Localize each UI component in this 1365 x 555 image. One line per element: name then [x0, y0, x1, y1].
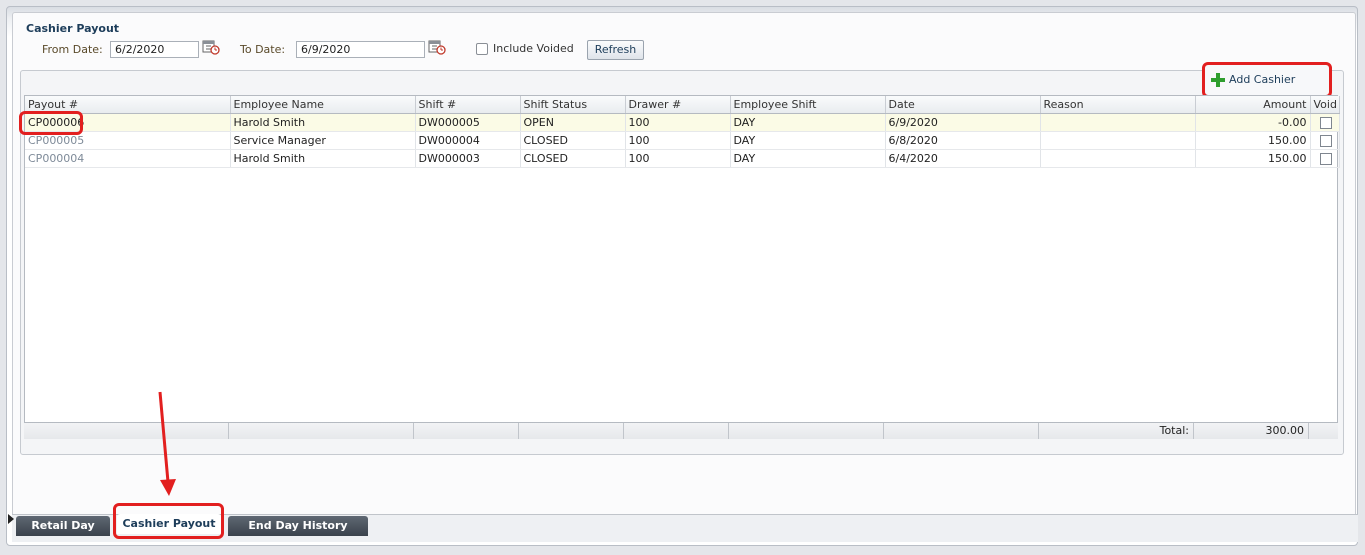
annotation-highlight-tab — [113, 503, 224, 539]
to-date-calendar-icon[interactable] — [428, 39, 446, 55]
table-row[interactable]: CP000006 Harold Smith DW000005 OPEN 100 … — [25, 113, 1340, 132]
shift-status-cell: CLOSED — [520, 149, 626, 168]
footer-cell — [414, 423, 519, 439]
date-cell: 6/9/2020 — [885, 113, 1041, 132]
shift-cell: DW000005 — [415, 113, 521, 132]
to-date-label: To Date: — [240, 43, 286, 56]
column-header-shift-status[interactable]: Shift Status — [520, 96, 626, 114]
add-cashier-payout-button[interactable]: Add Cashier Payout — [1202, 62, 1332, 116]
column-header-employee-name[interactable]: Employee Name — [230, 96, 416, 114]
include-voided-checkbox[interactable] — [476, 43, 488, 55]
drawer-cell: 100 — [625, 149, 731, 168]
amount-cell: 150.00 — [1195, 149, 1311, 168]
total-label: Total: — [1039, 423, 1194, 439]
void-cell — [1310, 131, 1340, 150]
table-row[interactable]: CP000004 Harold Smith DW000003 CLOSED 10… — [25, 149, 1340, 168]
employee-name-cell: Harold Smith — [230, 113, 416, 132]
column-header-employee-shift[interactable]: Employee Shift — [730, 96, 886, 114]
employee-name-cell: Service Manager — [230, 131, 416, 150]
footer-cell — [229, 423, 414, 439]
payout-number-link[interactable]: CP000004 — [25, 149, 231, 168]
date-cell: 6/4/2020 — [885, 149, 1041, 168]
employee-shift-cell: DAY — [730, 113, 886, 132]
void-checkbox[interactable] — [1319, 116, 1332, 129]
employee-name-cell: Harold Smith — [230, 149, 416, 168]
reason-cell — [1040, 131, 1196, 150]
reason-cell — [1040, 113, 1196, 132]
footer-cell — [24, 423, 229, 439]
footer-cell — [729, 423, 884, 439]
void-cell — [1310, 149, 1340, 168]
from-date-input[interactable] — [110, 41, 199, 58]
to-date-input[interactable] — [296, 41, 425, 58]
employee-shift-cell: DAY — [730, 131, 886, 150]
footer-cell — [519, 423, 624, 439]
void-cell — [1310, 113, 1340, 132]
column-header-void[interactable]: Void — [1310, 96, 1340, 114]
column-header-date[interactable]: Date — [885, 96, 1041, 114]
include-voided-label: Include Voided — [493, 42, 574, 55]
annotation-highlight-payout — [19, 111, 83, 135]
from-date-label: From Date: — [42, 43, 103, 56]
table-header-row: Payout # Employee Name Shift # Shift Sta… — [25, 96, 1340, 114]
shift-cell: DW000003 — [415, 149, 521, 168]
date-cell: 6/8/2020 — [885, 131, 1041, 150]
footer-cell — [624, 423, 729, 439]
amount-cell: 150.00 — [1195, 131, 1311, 150]
collapse-handle-icon[interactable] — [8, 512, 14, 526]
column-header-reason[interactable]: Reason — [1040, 96, 1196, 114]
footer-cell — [884, 423, 1039, 439]
from-date-calendar-icon[interactable] — [202, 39, 220, 55]
panel-title: Cashier Payout — [26, 22, 120, 35]
column-header-amount[interactable]: Amount — [1195, 96, 1311, 114]
table-row[interactable]: CP000005 Service Manager DW000004 CLOSED… — [25, 131, 1340, 150]
void-checkbox[interactable] — [1319, 134, 1332, 147]
drawer-cell: 100 — [625, 131, 731, 150]
table-footer-row: Total: 300.00 — [24, 422, 1338, 439]
reason-cell — [1040, 149, 1196, 168]
tab-retail-day[interactable]: Retail Day — [16, 516, 110, 536]
drawer-cell: 100 — [625, 113, 731, 132]
amount-cell: -0.00 — [1195, 113, 1311, 132]
annotation-arrow-icon — [158, 391, 176, 496]
total-value: 300.00 — [1194, 423, 1309, 439]
plus-icon — [1211, 73, 1225, 87]
employee-shift-cell: DAY — [730, 149, 886, 168]
shift-status-cell: CLOSED — [520, 131, 626, 150]
shift-status-cell: OPEN — [520, 113, 626, 132]
refresh-button[interactable]: Refresh — [587, 40, 644, 60]
column-header-drawer[interactable]: Drawer # — [625, 96, 731, 114]
tab-end-day-history[interactable]: End Day History — [228, 516, 368, 536]
column-header-shift[interactable]: Shift # — [415, 96, 521, 114]
void-checkbox[interactable] — [1319, 152, 1332, 165]
shift-cell: DW000004 — [415, 131, 521, 150]
payout-table: Payout # Employee Name Shift # Shift Sta… — [24, 95, 1340, 439]
